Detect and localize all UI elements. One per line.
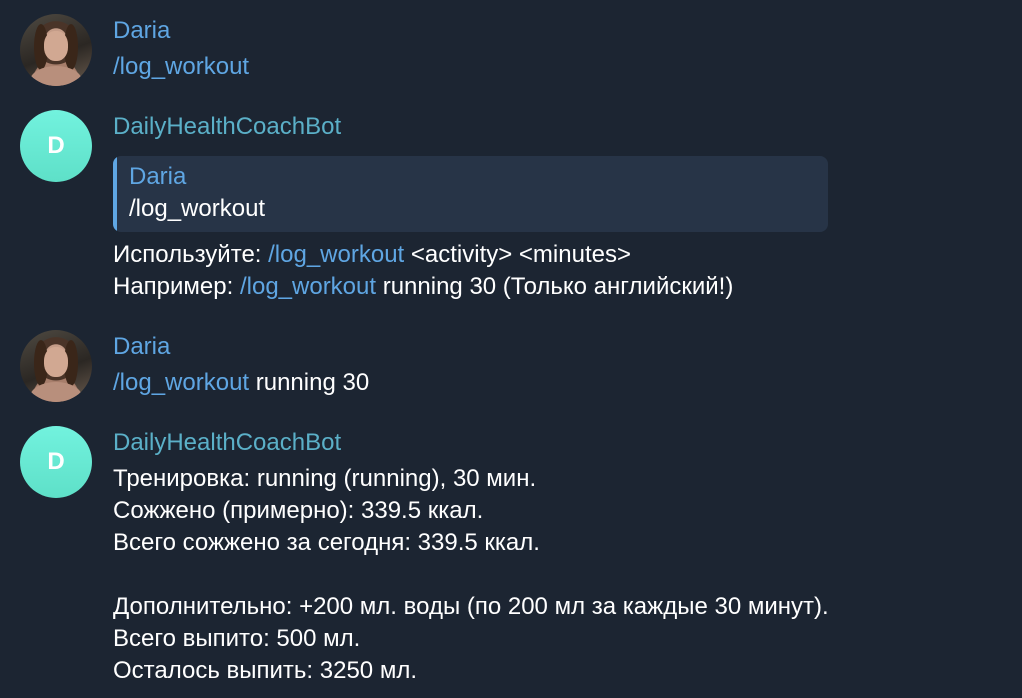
reply-accent-bar — [113, 156, 117, 232]
line-prefix: Используйте: — [113, 241, 269, 268]
user-avatar[interactable] — [20, 14, 92, 86]
command-link[interactable]: /log_workout — [113, 369, 249, 396]
message-line: Например: /log_workout running 30 (Тольк… — [113, 272, 733, 302]
message-line: Всего сожжено за сегодня: 339.5 ккал. — [113, 529, 540, 556]
avatar-face — [44, 347, 68, 377]
avatar-shoulders — [30, 382, 82, 402]
avatar-shoulders — [30, 66, 82, 86]
command-link[interactable]: /log_workout — [240, 273, 376, 300]
message-line: Осталось выпить: 3250 мл. — [113, 657, 417, 684]
user-avatar[interactable] — [20, 330, 92, 402]
reply-sender-name: Daria — [129, 163, 187, 190]
message-line: Сожжено (примерно): 339.5 ккал. — [113, 497, 484, 524]
bot-avatar[interactable]: D — [20, 426, 92, 498]
bot-avatar-letter: D — [47, 448, 65, 475]
bot-avatar-letter: D — [47, 132, 65, 159]
sender-name[interactable]: Daria — [113, 16, 170, 46]
message-text: /log_workout — [113, 52, 249, 82]
sender-name[interactable]: Daria — [113, 332, 170, 362]
message-line: Всего выпито: 500 мл. — [113, 625, 361, 652]
message-line: Используйте: /log_workout <activity> <mi… — [113, 240, 631, 270]
message-line: Тренировка: running (running), 30 мин. — [113, 465, 537, 492]
bot-avatar[interactable]: D — [20, 110, 92, 182]
reply-quote[interactable]: Daria /log_workout — [113, 156, 828, 232]
line-suffix: <activity> <minutes> — [404, 241, 631, 268]
line-suffix: running 30 — [249, 369, 370, 396]
message-text: /log_workout running 30 — [113, 368, 369, 398]
command-link[interactable]: /log_workout — [113, 53, 249, 80]
sender-name[interactable]: DailyHealthCoachBot — [113, 112, 341, 142]
sender-name[interactable]: DailyHealthCoachBot — [113, 428, 341, 458]
command-link[interactable]: /log_workout — [268, 241, 404, 268]
line-suffix: running 30 (Только английский!) — [376, 273, 734, 300]
line-prefix: Например: — [113, 273, 240, 300]
avatar-face — [44, 31, 68, 61]
reply-text: /log_workout — [129, 195, 266, 222]
message-line: Дополнительно: +200 мл. воды (по 200 мл … — [113, 593, 829, 620]
